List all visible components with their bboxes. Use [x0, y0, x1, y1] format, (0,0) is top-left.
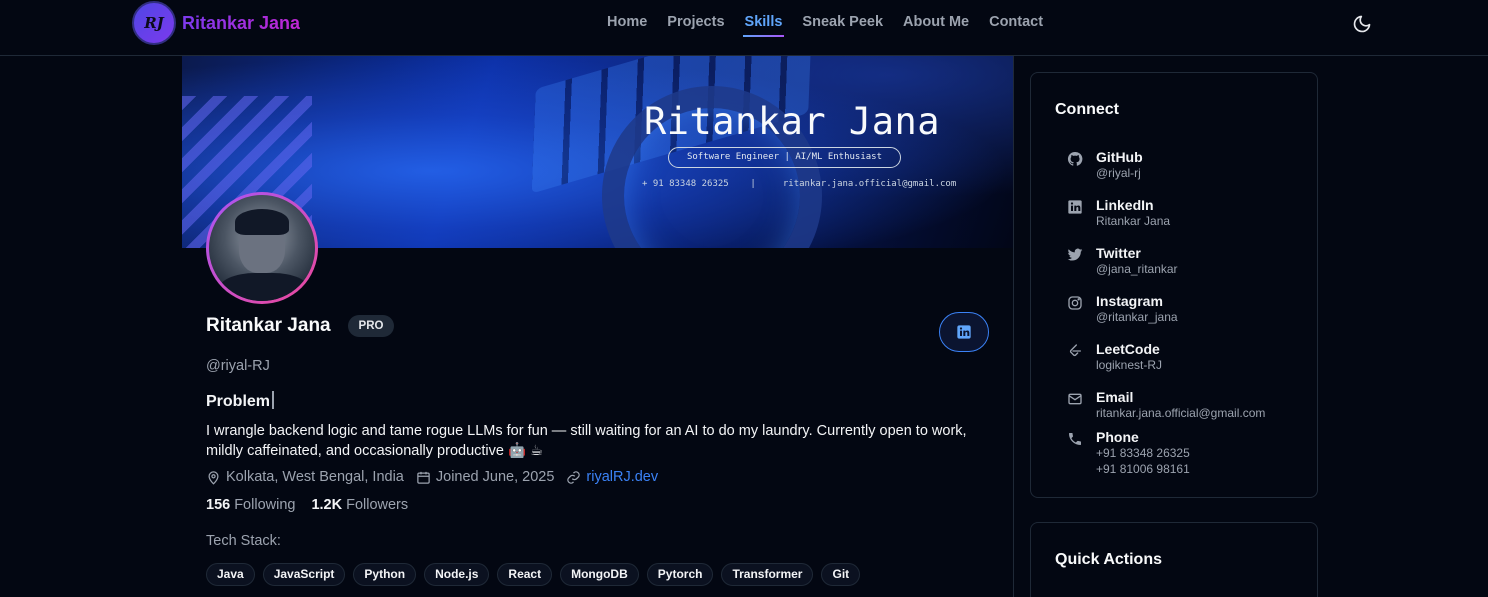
social-name: Instagram	[1096, 293, 1163, 309]
nav-links: Home Projects Skills Sneak Peek About Me…	[607, 14, 1063, 37]
top-navbar: RJ Ritankar Jana Home Projects Skills Sn…	[0, 0, 1488, 56]
instagram-icon	[1068, 296, 1082, 310]
banner-subtitle: Software Engineer | AI/ML Enthusiast	[668, 147, 901, 168]
social-name: Twitter	[1096, 245, 1141, 261]
profile-meta: Kolkata, West Bengal, India Joined June,…	[206, 469, 670, 485]
theme-toggle-button[interactable]	[1352, 14, 1372, 34]
banner-contact: + 91 83348 26325 | ritankar.jana.officia…	[642, 179, 957, 189]
location-text: Kolkata, West Bengal, India	[226, 469, 404, 485]
social-instagram[interactable]: Instagram @ritankar_jana	[1067, 293, 1178, 325]
profile-handle: @riyal-RJ	[206, 358, 270, 374]
social-phone[interactable]: Phone +91 83348 26325 +91 81006 98161	[1067, 429, 1190, 477]
quick-actions-title: Quick Actions	[1055, 551, 1162, 568]
tech-tag[interactable]: React	[497, 563, 553, 586]
nav-link-skills[interactable]: Skills	[742, 14, 785, 37]
typing-text-value: Problem	[206, 393, 271, 410]
social-sub: ritankar.jana.official@gmail.com	[1096, 406, 1266, 420]
linkedin-icon	[1068, 200, 1082, 214]
logo-mark: RJ	[132, 1, 176, 45]
link-icon	[567, 470, 581, 484]
mail-icon	[1068, 393, 1082, 405]
tech-tag[interactable]: Node.js	[424, 563, 490, 586]
nav-link-about-me[interactable]: About Me	[903, 14, 969, 36]
phone-icon	[1069, 433, 1081, 445]
brand-name: Ritankar Jana	[182, 12, 301, 33]
banner-title: Ritankar Jana	[643, 100, 941, 143]
profile-bio: I wrangle backend logic and tame rogue L…	[206, 423, 967, 459]
social-sub: +91 83348 26325	[1096, 446, 1190, 460]
map-pin-icon	[208, 470, 219, 485]
social-linkedin[interactable]: LinkedIn Ritankar Jana	[1067, 197, 1170, 229]
social-email[interactable]: Email ritankar.jana.official@gmail.com	[1067, 389, 1265, 421]
tech-tag[interactable]: Git	[821, 563, 861, 586]
tech-tag[interactable]: Python	[353, 563, 417, 586]
social-name: GitHub	[1096, 149, 1143, 165]
social-twitter[interactable]: Twitter @jana_ritankar	[1067, 245, 1178, 277]
github-icon	[1067, 151, 1083, 166]
social-leetcode[interactable]: LeetCode logiknest-RJ	[1067, 341, 1162, 373]
social-name: Email	[1096, 389, 1134, 405]
linkedin-icon	[957, 325, 971, 339]
quick-actions-card: Quick Actions	[1030, 522, 1318, 597]
leetcode-icon	[1069, 344, 1081, 357]
tech-tag[interactable]: MongoDB	[560, 563, 639, 586]
moon-icon	[1353, 15, 1371, 33]
social-sub-secondary: +91 81006 98161	[1096, 462, 1190, 476]
nav-link-projects[interactable]: Projects	[667, 14, 724, 36]
typing-text: Problem	[206, 391, 275, 411]
tech-stack-tags: Java JavaScript Python Node.js React Mon…	[206, 563, 868, 586]
linkedin-button[interactable]	[939, 312, 989, 352]
social-github[interactable]: GitHub @riyal-rj	[1067, 149, 1143, 181]
tech-tag[interactable]: JavaScript	[262, 563, 346, 586]
brand-logo[interactable]: RJ Ritankar Jana	[132, 1, 300, 45]
social-sub: Ritankar Jana	[1096, 214, 1171, 228]
avatar	[206, 192, 318, 304]
social-name: LeetCode	[1096, 341, 1160, 357]
tech-tag[interactable]: Java	[206, 563, 255, 586]
followers-count[interactable]: 1.2K Followers	[311, 497, 408, 513]
profile-name: Ritankar Jana	[206, 315, 331, 336]
following-count[interactable]: 156 Following	[206, 497, 295, 513]
connect-card: Connect GitHub @riyal-rj LinkedIn Ritank…	[1030, 72, 1318, 498]
social-name: LinkedIn	[1096, 197, 1154, 213]
social-name: Phone	[1096, 429, 1139, 445]
nav-link-sneak-peek[interactable]: Sneak Peek	[802, 14, 883, 36]
tech-tag[interactable]: Transformer	[721, 563, 814, 586]
location: Kolkata, West Bengal, India	[206, 469, 404, 485]
joined-text: Joined June, 2025	[435, 469, 555, 485]
tech-tag[interactable]: Pytorch	[646, 563, 714, 586]
social-sub: @jana_ritankar	[1096, 262, 1178, 276]
connect-title: Connect	[1055, 101, 1119, 118]
twitter-icon	[1067, 248, 1083, 261]
content-divider	[1013, 56, 1014, 597]
nav-link-home[interactable]: Home	[607, 14, 647, 36]
social-sub: @riyal-rj	[1096, 166, 1141, 180]
website-link[interactable]: riyalRJ.dev	[566, 469, 658, 485]
website-text[interactable]: riyalRJ.dev	[586, 469, 658, 485]
tech-stack-label: Tech Stack:	[206, 533, 281, 549]
pro-badge: PRO	[348, 315, 394, 337]
joined-date: Joined June, 2025	[416, 469, 555, 485]
social-sub: @ritankar_jana	[1096, 310, 1178, 324]
follow-stats: 156 Following 1.2K Followers	[206, 497, 424, 513]
typing-cursor	[272, 391, 275, 409]
social-sub: logiknest-RJ	[1096, 358, 1163, 372]
calendar-icon	[417, 471, 430, 484]
nav-link-contact[interactable]: Contact	[989, 14, 1043, 36]
